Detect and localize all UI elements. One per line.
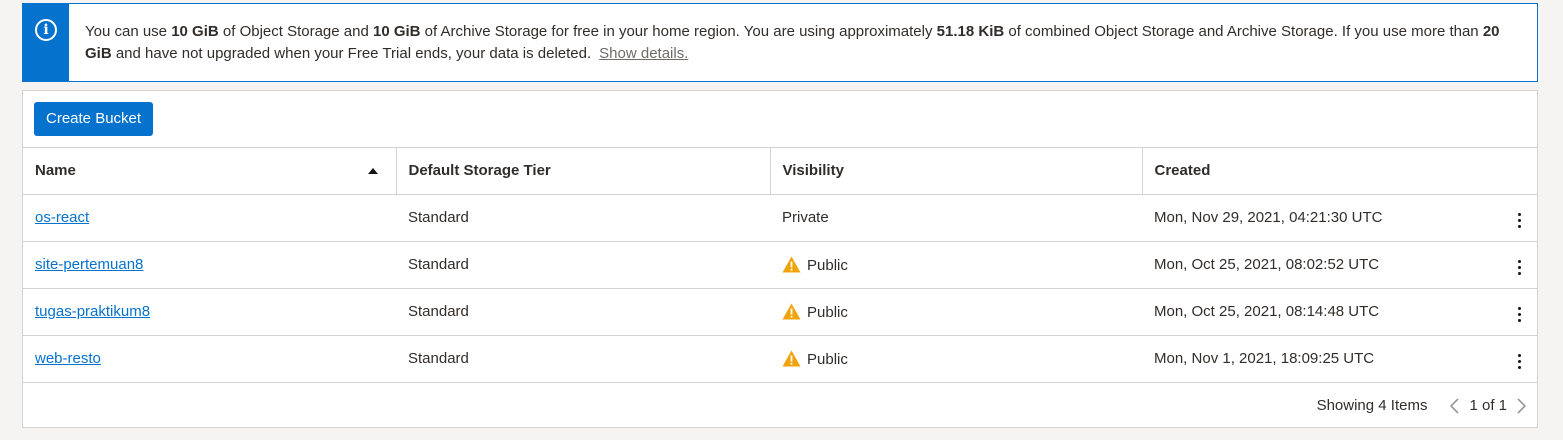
actions-cell: [1502, 335, 1538, 383]
created-cell: Mon, Nov 1, 2021, 18:09:25 UTC: [1142, 335, 1502, 383]
column-header-label: Created: [1154, 162, 1211, 180]
notice-text-4: of combined Object Storage and Archive S…: [1004, 23, 1483, 40]
actions-cell: [1502, 194, 1538, 242]
toolbar: Create Bucket: [23, 91, 1537, 148]
visibility-label: Public: [807, 350, 848, 368]
visibility-cell: Public: [770, 335, 1142, 383]
notice-text-5: and have not upgraded when your Free Tri…: [111, 45, 592, 62]
created-cell: Mon, Oct 25, 2021, 08:02:52 UTC: [1142, 241, 1502, 289]
notice-bold-3: 51.18 KiB: [936, 23, 1005, 40]
item-count: Showing 4 Items: [1316, 397, 1428, 414]
table-footer: Showing 4 Items 1 of 1: [23, 383, 1537, 429]
visibility-cell: Public: [770, 241, 1142, 289]
bucket-name-link[interactable]: site-pertemuan8: [35, 256, 143, 273]
visibility-cell: Private: [770, 194, 1142, 242]
created-cell: Mon, Nov 29, 2021, 04:21:30 UTC: [1142, 194, 1502, 242]
visibility-label: Public: [807, 256, 848, 274]
visibility-label: Private: [782, 209, 829, 226]
column-header-label: Visibility: [782, 162, 844, 180]
actions-menu-icon[interactable]: [1512, 350, 1527, 373]
storage-tier-cell: Standard: [396, 241, 770, 289]
table-header-row: Name Default Storage Tier Visibility Cre…: [23, 148, 1538, 195]
buckets-panel: Create Bucket Name Default Storage Tier …: [22, 90, 1538, 428]
actions-cell: [1502, 288, 1538, 336]
notice-text-3: of Archive Storage for free in your home…: [420, 23, 937, 40]
page-indicator: 1 of 1: [1469, 397, 1507, 414]
chevron-left-icon[interactable]: [1447, 397, 1463, 415]
column-header-label: Name: [35, 162, 76, 180]
name-cell: os-react: [23, 194, 396, 242]
warning-icon: [782, 256, 801, 272]
table-row: site-pertemuan8 Standard Public Mon, Oct…: [23, 241, 1538, 289]
actions-cell: [1502, 241, 1538, 289]
name-cell: site-pertemuan8: [23, 241, 396, 289]
name-cell: web-resto: [23, 335, 396, 383]
warning-icon: [782, 350, 801, 366]
notice-bold-2: 10 GiB: [372, 23, 421, 40]
created-cell: Mon, Oct 25, 2021, 08:14:48 UTC: [1142, 288, 1502, 336]
notice-text-1: You can use: [85, 23, 172, 40]
bucket-name-link[interactable]: os-react: [35, 209, 89, 226]
actions-menu-icon[interactable]: [1512, 209, 1527, 232]
notice-accent-bar: i: [23, 4, 69, 81]
info-icon: i: [35, 19, 57, 41]
storage-tier-cell: Standard: [396, 288, 770, 336]
show-details-link[interactable]: Show details.: [599, 45, 688, 62]
actions-menu-icon[interactable]: [1512, 256, 1527, 279]
actions-menu-icon[interactable]: [1512, 303, 1527, 326]
storage-tier-cell: Standard: [396, 335, 770, 383]
buckets-table: Name Default Storage Tier Visibility Cre…: [23, 148, 1538, 383]
table-row: os-react Standard Private Mon, Nov 29, 2…: [23, 194, 1538, 242]
column-header-storage-tier[interactable]: Default Storage Tier: [396, 148, 771, 195]
column-header-label: Default Storage Tier: [408, 162, 551, 180]
table-row: web-resto Standard Public Mon, Nov 1, 20…: [23, 335, 1538, 383]
bucket-name-link[interactable]: web-resto: [35, 350, 101, 367]
notice-bold-1: 10 GiB: [171, 23, 219, 40]
chevron-right-icon[interactable]: [1513, 397, 1529, 415]
visibility-label: Public: [807, 303, 848, 321]
warning-icon: [782, 303, 801, 319]
name-cell: tugas-praktikum8: [23, 288, 396, 336]
visibility-cell: Public: [770, 288, 1142, 336]
notice-message: You can use 10 GiB of Object Storage and…: [69, 4, 1537, 81]
column-header-name[interactable]: Name: [23, 148, 397, 195]
column-header-visibility[interactable]: Visibility: [770, 148, 1143, 195]
notice-text-2: of Object Storage and: [218, 23, 373, 40]
bucket-name-link[interactable]: tugas-praktikum8: [35, 303, 150, 320]
create-bucket-button[interactable]: Create Bucket: [34, 102, 154, 136]
pagination: 1 of 1: [1447, 397, 1529, 415]
storage-tier-cell: Standard: [396, 194, 770, 242]
table-row: tugas-praktikum8 Standard Public Mon, Oc…: [23, 288, 1538, 336]
free-tier-notice: i You can use 10 GiB of Object Storage a…: [22, 3, 1538, 82]
sort-ascending-icon[interactable]: [367, 168, 378, 174]
column-header-created[interactable]: Created: [1142, 148, 1538, 195]
